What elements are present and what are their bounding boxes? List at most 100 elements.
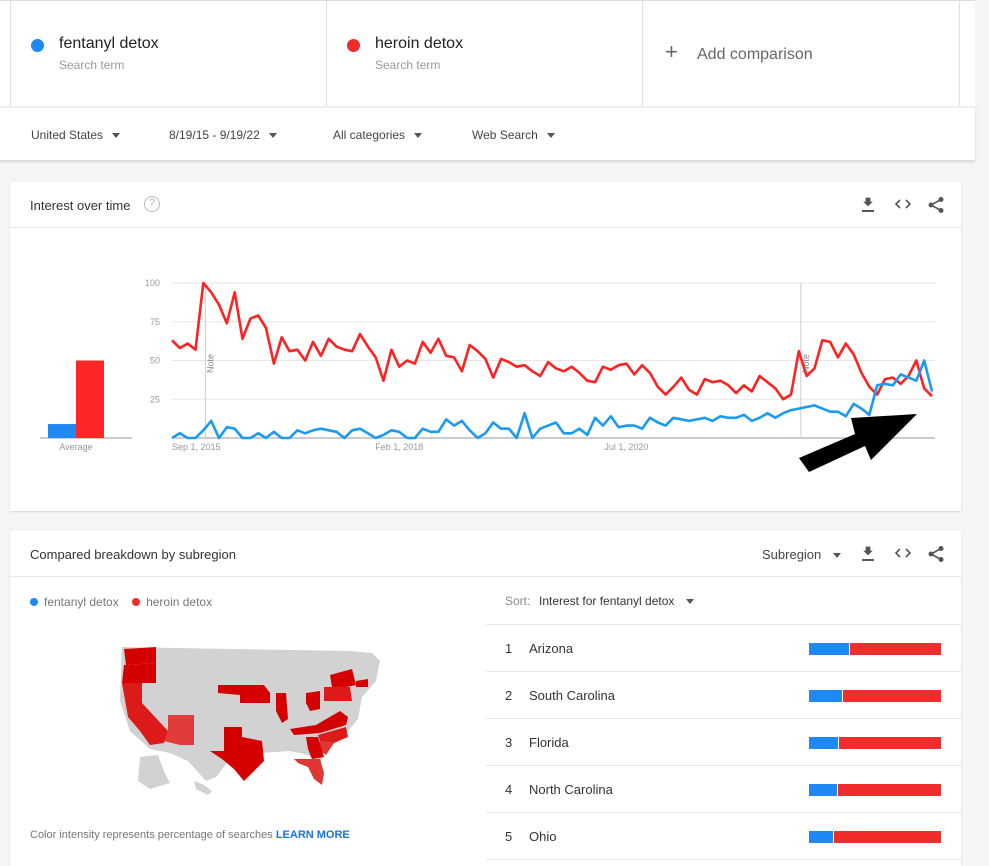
dropdown-caret-icon	[546, 133, 555, 139]
dropdown-caret-icon	[268, 133, 277, 139]
heroin-share-bar	[833, 831, 941, 843]
heroin-share-bar	[839, 737, 941, 749]
help-icon[interactable]: ?	[144, 196, 160, 212]
download-icon[interactable]	[860, 545, 880, 563]
note-label: Note	[205, 354, 215, 373]
comparison-bar	[809, 737, 941, 749]
heroin-share-bar	[837, 784, 941, 796]
share-icon[interactable]	[927, 196, 947, 214]
map-states	[120, 647, 380, 795]
fentanyl-share-bar	[809, 643, 849, 655]
subregion-row[interactable]: 2 South Carolina	[486, 672, 961, 719]
region-name: North Carolina	[529, 782, 613, 797]
subregion-row[interactable]: 3 Florida	[486, 719, 961, 766]
add-comparison-button[interactable]: + Add comparison	[642, 1, 960, 107]
date-range-label: 8/19/15 - 9/19/22	[169, 128, 260, 142]
map-legend: fentanyl detox heroin detox	[30, 595, 212, 609]
x-tick-label: Feb 1, 2018	[375, 442, 423, 452]
card-title: Compared breakdown by subregion	[30, 547, 236, 562]
y-tick-label: 25	[150, 394, 160, 404]
map-footnote: Color intensity represents percentage of…	[30, 829, 350, 841]
region-name: South Carolina	[529, 688, 615, 703]
embed-icon[interactable]	[894, 196, 914, 214]
region-filter[interactable]: United States	[31, 128, 121, 142]
share-icon[interactable]	[927, 545, 947, 563]
fentanyl-share-bar	[809, 737, 839, 749]
card-title: Interest over time	[30, 198, 131, 213]
legend-label: fentanyl detox	[44, 595, 119, 609]
fentanyl-share-bar	[809, 784, 837, 796]
y-tick-label: 100	[145, 278, 160, 288]
rank-number: 5	[505, 829, 513, 844]
region-name: Arizona	[529, 641, 574, 656]
fentanyl-share-bar	[809, 831, 833, 843]
filter-bar: United States 8/19/15 - 9/19/22 All cate…	[0, 106, 975, 161]
annotation-arrow	[799, 414, 917, 472]
comparison-bar	[809, 831, 941, 843]
subregion-selector[interactable]: Subregion	[762, 547, 842, 562]
series-color-dot-blue	[31, 39, 44, 52]
x-tick-label: Jul 1, 2020	[604, 442, 648, 452]
search-terms-bar: fentanyl detox Search term heroin detox …	[0, 0, 975, 107]
average-bar-heroin	[76, 360, 104, 438]
heroin-share-bar	[843, 690, 941, 702]
subregion-row[interactable]: 4 North Carolina	[486, 766, 961, 813]
search-term-subtitle: Search term	[59, 58, 125, 72]
comparison-bar	[809, 643, 941, 655]
dropdown-caret-icon	[112, 133, 121, 139]
state-arizona	[164, 715, 194, 745]
x-tick-label: Sep 1, 2015	[172, 442, 221, 452]
search-term-subtitle: Search term	[375, 58, 441, 72]
sort-control-row: Sort: Interest for fentanyl detox	[486, 577, 961, 625]
fentanyl-share-bar	[809, 690, 842, 702]
us-subregion-map[interactable]	[110, 631, 390, 811]
subregion-selector-label: Subregion	[762, 547, 822, 562]
legend-label: heroin detox	[146, 595, 213, 609]
dropdown-caret-icon	[833, 553, 842, 559]
plus-icon: +	[665, 39, 678, 64]
add-comparison-label: Add comparison	[697, 46, 813, 63]
state-hawaii	[194, 781, 212, 795]
footnote-text: Color intensity represents percentage of…	[30, 829, 273, 841]
region-name: Florida	[529, 735, 569, 750]
page-scroll-gutter	[975, 0, 989, 866]
rank-number: 3	[505, 735, 513, 750]
state-oregon	[122, 663, 156, 683]
embed-icon[interactable]	[894, 545, 914, 563]
rank-number: 1	[505, 641, 513, 656]
sort-label: Sort:	[505, 594, 531, 608]
card-header: Interest over time ?	[10, 182, 961, 228]
search-term-fentanyl[interactable]: fentanyl detox Search term	[10, 1, 326, 107]
dropdown-caret-icon	[414, 133, 423, 139]
learn-more-link[interactable]: LEARN MORE	[276, 829, 350, 841]
comparison-bar	[809, 784, 941, 796]
search-term-name: heroin detox	[375, 35, 464, 52]
date-range-filter[interactable]: 8/19/15 - 9/19/22	[169, 128, 277, 142]
comparison-bar	[809, 690, 941, 702]
sort-dropdown[interactable]: Interest for fentanyl detox	[539, 594, 695, 608]
subregion-card: Compared breakdown by subregion Subregio…	[10, 531, 961, 866]
dropdown-caret-icon	[686, 599, 695, 605]
y-tick-label: 50	[150, 356, 160, 366]
category-filter[interactable]: All categories	[333, 128, 423, 142]
sort-value: Interest for fentanyl detox	[539, 594, 675, 608]
search-type-label: Web Search	[472, 128, 538, 142]
card-header: Compared breakdown by subregion Subregio…	[10, 531, 961, 577]
series-line-heroin-detox	[171, 281, 933, 401]
average-bar-fentanyl	[48, 424, 76, 438]
search-type-filter[interactable]: Web Search	[472, 128, 555, 142]
download-icon[interactable]	[860, 196, 880, 214]
series-color-dot-red	[347, 39, 360, 52]
heroin-share-bar	[849, 643, 941, 655]
rank-number: 4	[505, 782, 513, 797]
average-label: Average	[59, 442, 92, 452]
state-washington	[124, 647, 156, 665]
subregion-row[interactable]: 5 Ohio	[486, 813, 961, 860]
state-alaska	[138, 755, 170, 789]
y-tick-label: 75	[150, 317, 160, 327]
arrow-icon	[799, 414, 917, 472]
search-term-heroin[interactable]: heroin detox Search term	[326, 1, 642, 107]
legend-dot-blue	[30, 598, 38, 606]
region-filter-label: United States	[31, 128, 104, 142]
subregion-row[interactable]: 1 Arizona	[486, 625, 961, 672]
